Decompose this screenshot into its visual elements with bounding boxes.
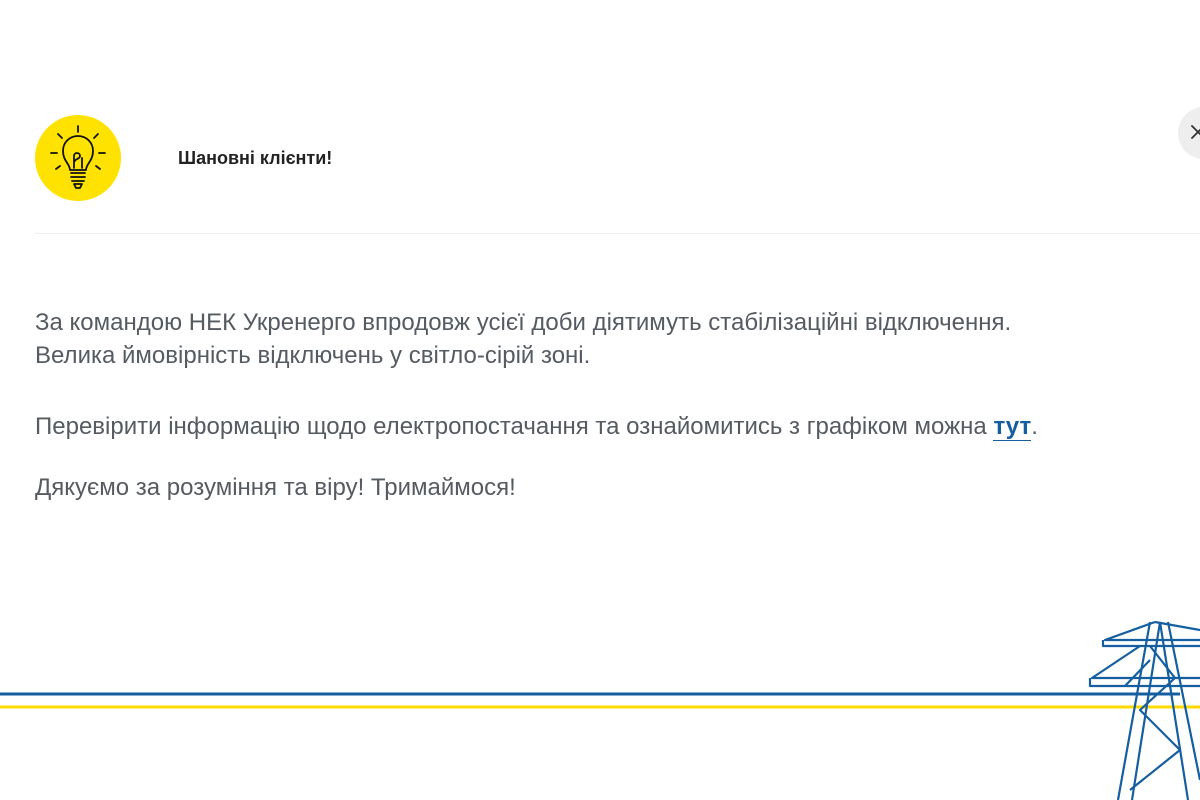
thanks-paragraph: Дякуємо за розуміння та віру! Тримаймося… — [35, 474, 516, 501]
bulb-badge — [35, 115, 121, 201]
check-info-text: Перевірити інформацію щодо електропостач… — [35, 413, 994, 440]
notice-line-2: Велика ймовірність відключень у світло-с… — [35, 342, 591, 369]
notice-paragraph: За командою НЕК Укренерго впродовж усієї… — [35, 306, 1155, 372]
modal-body: За командою НЕК Укренерго впродовж усієї… — [35, 306, 1155, 504]
light-bulb-icon — [50, 125, 106, 189]
power-line-decoration — [0, 620, 1200, 800]
modal-title: Шановні клієнти! — [178, 148, 333, 168]
close-icon — [1191, 125, 1200, 139]
modal-header: Шановні клієнти! — [35, 115, 1200, 234]
check-info-paragraph: Перевірити інформацію щодо електропостач… — [35, 410, 1155, 443]
check-info-end: . — [1031, 413, 1038, 440]
transmission-tower-icon — [1088, 620, 1200, 800]
notification-modal: Шановні клієнти! За командою НЕК Укренер… — [0, 0, 1200, 800]
schedule-link[interactable]: тут — [993, 413, 1032, 441]
notice-line-1: За командою НЕК Укренерго впродовж усієї… — [35, 309, 1012, 336]
